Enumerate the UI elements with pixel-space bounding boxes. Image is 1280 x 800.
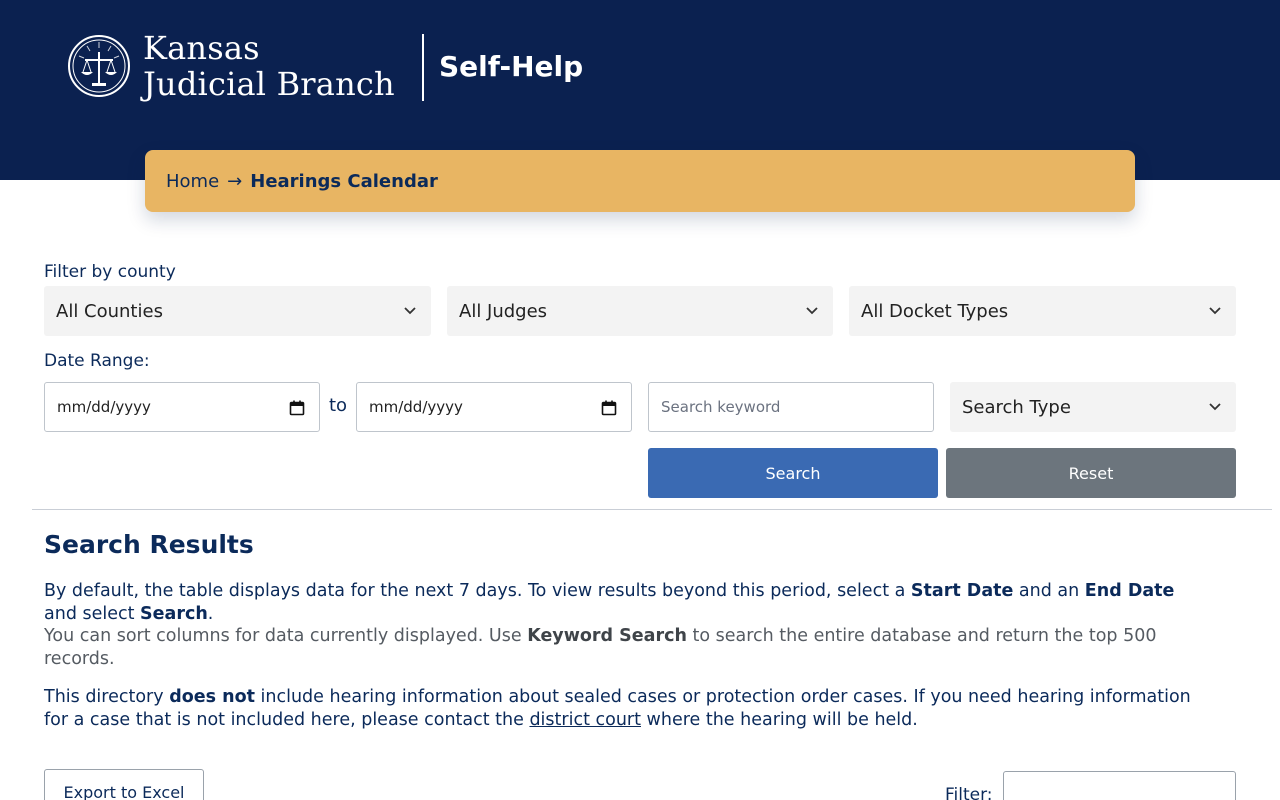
breadcrumb: Home → Hearings Calendar: [145, 150, 1135, 212]
district-court-link[interactable]: district court: [529, 710, 641, 730]
p1-text-c: and an: [1013, 581, 1085, 601]
end-date-input[interactable]: mm/dd/yyyy: [356, 382, 632, 432]
chevron-down-icon: [806, 307, 818, 315]
search-results-heading: Search Results: [44, 530, 254, 559]
site-logo-text[interactable]: Kansas Judicial Branch: [143, 30, 395, 102]
docket-type-select[interactable]: All Docket Types: [849, 286, 1236, 336]
p1-end-date: End Date: [1084, 581, 1175, 601]
results-intro-paragraph: By default, the table displays data for …: [44, 580, 1214, 626]
p1-text-a: By default, the table displays data for …: [44, 581, 911, 601]
export-to-excel-button[interactable]: Export to Excel: [44, 769, 204, 800]
table-filter-input[interactable]: [1003, 771, 1236, 800]
search-type-select-value: Search Type: [962, 396, 1071, 418]
p2-keyword-search: Keyword Search: [527, 626, 687, 646]
p1-text-g: .: [207, 604, 214, 624]
county-select-value: All Counties: [56, 300, 163, 322]
docket-type-select-value: All Docket Types: [861, 300, 1009, 322]
end-date-placeholder: mm/dd/yyyy: [369, 398, 463, 416]
table-filter-label: Filter:: [945, 785, 993, 800]
p3-does-not: does not: [169, 687, 255, 707]
keyword-search-input[interactable]: Search keyword: [648, 382, 934, 432]
p3-text-d: where the hearing will be held.: [640, 710, 918, 730]
county-select[interactable]: All Counties: [44, 286, 431, 336]
p1-search: Search: [140, 604, 208, 624]
p3-text-a: This directory: [44, 687, 170, 707]
breadcrumb-home-link[interactable]: Home: [166, 171, 219, 192]
chevron-down-icon: [1209, 403, 1221, 411]
chevron-down-icon: [1209, 307, 1221, 315]
calendar-icon[interactable]: [289, 400, 305, 416]
breadcrumb-current: Hearings Calendar: [250, 170, 438, 192]
p2-text-a: You can sort columns for data currently …: [44, 626, 528, 646]
p1-text-e: and select: [44, 604, 141, 624]
chevron-down-icon: [404, 307, 416, 315]
header-divider: [422, 34, 424, 101]
section-title[interactable]: Self-Help: [439, 50, 583, 83]
judge-select[interactable]: All Judges: [447, 286, 833, 336]
scales-of-justice-seal-icon[interactable]: [67, 34, 131, 98]
date-range-to-label: to: [329, 395, 348, 416]
date-range-label: Date Range:: [44, 351, 150, 371]
section-divider: [32, 509, 1272, 510]
results-sort-paragraph: You can sort columns for data currently …: [44, 625, 1214, 671]
judge-select-value: All Judges: [459, 300, 548, 322]
calendar-icon[interactable]: [601, 400, 617, 416]
p1-start-date: Start Date: [910, 581, 1014, 601]
logo-line-1: Kansas: [143, 29, 260, 67]
keyword-search-placeholder: Search keyword: [661, 398, 781, 416]
breadcrumb-separator: →: [227, 170, 243, 192]
logo-line-2: Judicial Branch: [143, 65, 395, 103]
start-date-input[interactable]: mm/dd/yyyy: [44, 382, 320, 432]
start-date-placeholder: mm/dd/yyyy: [57, 398, 151, 416]
search-button[interactable]: Search: [648, 448, 938, 498]
search-type-select[interactable]: Search Type: [950, 382, 1236, 432]
reset-button[interactable]: Reset: [946, 448, 1236, 498]
county-filter-label: Filter by county: [44, 262, 176, 282]
results-disclaimer-paragraph: This directory does not include hearing …: [44, 686, 1214, 732]
